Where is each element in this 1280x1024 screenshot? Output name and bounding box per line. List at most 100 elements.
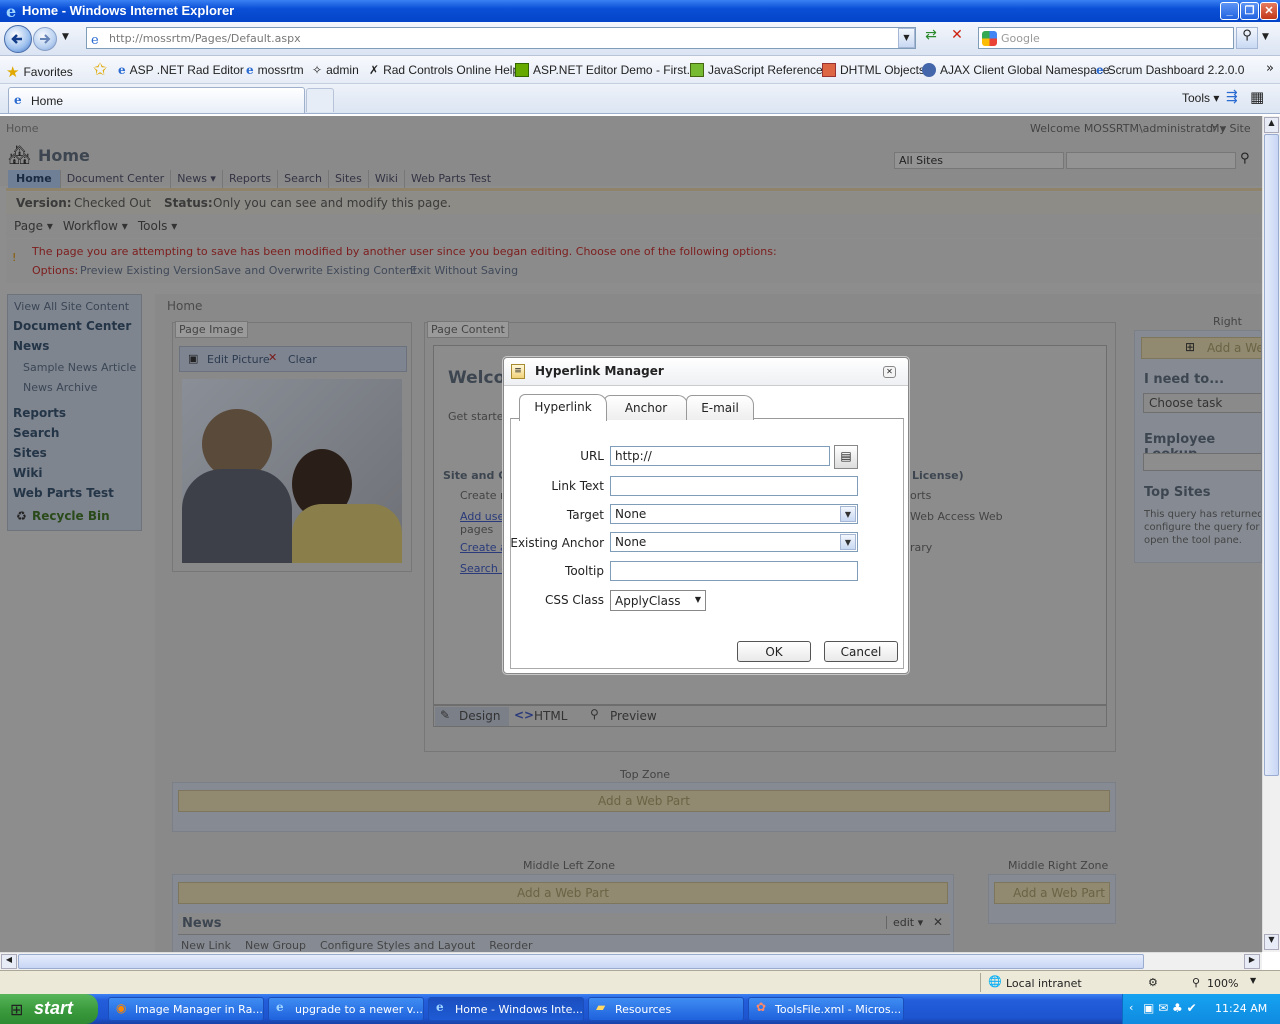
document-manager-button[interactable]: ▤: [834, 445, 858, 469]
clear-link[interactable]: Clear: [288, 353, 317, 366]
fav-link-rad-editor[interactable]: e ASP .NET Rad Editor: [118, 63, 244, 77]
welcome-menu[interactable]: Welcome MOSSRTM\administrator ▾: [1030, 122, 1226, 135]
vertical-scroll-thumb[interactable]: [1264, 134, 1279, 776]
new-group-button[interactable]: New Group: [245, 939, 306, 952]
site-search-input[interactable]: [1066, 152, 1236, 169]
content-link-create[interactable]: Create a: [460, 541, 507, 554]
top-add-web-part[interactable]: Add a Web Part: [178, 790, 1110, 812]
tools-menu[interactable]: Tools ▾: [1182, 91, 1219, 105]
refresh-button[interactable]: ⇄: [920, 27, 942, 49]
fav-link-js-ref[interactable]: JavaScript Reference: [690, 63, 823, 77]
reorder-button[interactable]: Reorder: [489, 939, 532, 952]
task-resources[interactable]: Resources: [588, 997, 744, 1021]
topnav-reports[interactable]: Reports: [221, 170, 277, 188]
scroll-right-button[interactable]: ▶: [1244, 954, 1260, 969]
tab-anchor[interactable]: Anchor: [604, 395, 688, 420]
tab-email[interactable]: E-mail: [686, 395, 754, 420]
ql-document-center[interactable]: Document Center: [13, 319, 131, 333]
fav-link-scrum[interactable]: e Scrum Dashboard 2.2.0.0: [1096, 63, 1244, 77]
ql-news-archive[interactable]: News Archive: [23, 381, 97, 394]
page-menu[interactable]: Page ▾: [14, 219, 53, 233]
fav-link-rad-help[interactable]: ✗ Rad Controls Online Help: [369, 63, 519, 77]
page-image[interactable]: [182, 379, 402, 563]
ql-news[interactable]: News: [13, 339, 49, 353]
minimize-button[interactable]: _: [1220, 2, 1239, 20]
topnav-document-center[interactable]: Document Center: [59, 170, 171, 188]
chevron-down-icon[interactable]: ▼: [840, 534, 856, 550]
my-site-link[interactable]: My Site: [1210, 122, 1251, 135]
content-link-add-users[interactable]: Add user: [460, 510, 509, 523]
recent-pages-dropdown-icon[interactable]: ▼: [62, 32, 69, 42]
web-part-edit-menu[interactable]: edit ▾: [886, 916, 923, 929]
tooltip-field[interactable]: [610, 561, 858, 581]
fav-link-mossrtm[interactable]: e mossrtm: [246, 63, 304, 77]
content-link-search[interactable]: Search o: [460, 562, 508, 575]
clock[interactable]: 11:24 AM: [1215, 1002, 1267, 1015]
topnav-web-parts-test[interactable]: Web Parts Test: [403, 170, 497, 188]
ql-wiki[interactable]: Wiki: [13, 466, 42, 480]
right-add-web-part[interactable]: Add a We: [1141, 337, 1261, 359]
task-home-ie[interactable]: Home - Windows Inte...: [428, 997, 584, 1021]
dialog-close-button[interactable]: ✕: [883, 366, 896, 378]
vertical-scrollbar[interactable]: ▲ ▼: [1262, 116, 1280, 952]
tray-expand-icon[interactable]: ‹: [1129, 1001, 1133, 1014]
address-dropdown-button[interactable]: ▼: [898, 28, 915, 48]
existing-anchor-select[interactable]: None ▼: [610, 532, 858, 552]
view-all-content-link[interactable]: View All Site Content: [14, 300, 129, 313]
configure-styles-button[interactable]: Configure Styles and Layout: [320, 939, 475, 952]
tab-hyperlink[interactable]: Hyperlink: [519, 394, 607, 421]
address-bar[interactable]: http://mossrtm/Pages/Default.aspx: [86, 27, 916, 49]
tools-page-menu[interactable]: Tools ▾: [138, 219, 177, 233]
toolbar-extras-icon[interactable]: ▦: [1250, 88, 1264, 106]
mid-left-add-web-part[interactable]: Add a Web Part: [178, 882, 948, 904]
zoom-level[interactable]: 100%: [1207, 977, 1238, 990]
mid-right-add-web-part[interactable]: Add a Web Part: [994, 882, 1110, 904]
topnav-search[interactable]: Search: [277, 170, 328, 188]
fav-link-dhtml[interactable]: DHTML Objects: [822, 63, 925, 77]
task-image-manager[interactable]: Image Manager in Ra...: [108, 997, 264, 1021]
chevron-down-icon[interactable]: ▼: [840, 506, 856, 522]
exit-without-saving-link[interactable]: Exit Without Saving: [410, 264, 518, 277]
protected-mode-icon[interactable]: ⚙: [1148, 976, 1158, 989]
topnav-wiki[interactable]: Wiki: [367, 170, 404, 188]
task-toolsfile[interactable]: ToolsFile.xml - Micros...: [748, 997, 904, 1021]
zoom-dropdown-icon[interactable]: ▼: [1250, 976, 1256, 985]
topnav-home[interactable]: Home: [8, 170, 60, 188]
stop-button[interactable]: ✕: [946, 27, 968, 49]
site-crumb[interactable]: Home: [6, 122, 38, 135]
ql-sample-news[interactable]: Sample News Article: [23, 361, 136, 374]
scroll-down-button[interactable]: ▼: [1264, 934, 1279, 950]
site-title[interactable]: Home: [38, 146, 90, 165]
choose-task-select[interactable]: Choose task: [1143, 393, 1261, 413]
link-text-field[interactable]: [610, 476, 858, 496]
scroll-left-button[interactable]: ◀: [1, 954, 17, 969]
save-overwrite-link[interactable]: Save and Overwrite Existing Content: [214, 264, 417, 277]
url-field[interactable]: http://: [610, 446, 830, 466]
ql-reports[interactable]: Reports: [13, 406, 66, 420]
search-scope-select[interactable]: All Sites: [894, 152, 1064, 169]
page-crumb[interactable]: Home: [167, 299, 202, 313]
web-part-close-icon[interactable]: ✕: [933, 915, 943, 929]
task-upgrade[interactable]: upgrade to a newer v...: [268, 997, 424, 1021]
ok-button[interactable]: OK: [737, 641, 811, 662]
maximize-button[interactable]: ❐: [1240, 2, 1259, 20]
edit-picture-link[interactable]: Edit Picture: [207, 353, 270, 366]
target-select[interactable]: None ▼: [610, 504, 858, 524]
topnav-news[interactable]: News ▾: [170, 170, 222, 188]
add-favorite-icon[interactable]: ✩: [93, 60, 107, 80]
forward-button[interactable]: [33, 27, 57, 51]
search-button[interactable]: ⚲: [1236, 27, 1258, 49]
tab-home[interactable]: e Home: [8, 87, 305, 113]
preview-mode-button[interactable]: Preview: [610, 709, 657, 723]
ql-sites[interactable]: Sites: [13, 446, 47, 460]
preview-existing-link[interactable]: Preview Existing Version: [80, 264, 214, 277]
horizontal-scroll-thumb[interactable]: [18, 954, 1144, 969]
research-icon[interactable]: ⇶: [1226, 89, 1238, 105]
close-window-button[interactable]: ✕: [1260, 2, 1278, 20]
workflow-menu[interactable]: Workflow ▾: [63, 219, 128, 233]
scroll-up-button[interactable]: ▲: [1264, 117, 1279, 133]
ql-search[interactable]: Search: [13, 426, 59, 440]
employee-lookup-input[interactable]: [1143, 453, 1261, 471]
fav-link-admin[interactable]: ✧ admin: [312, 63, 359, 77]
site-search-icon[interactable]: ⚲: [1240, 151, 1250, 166]
